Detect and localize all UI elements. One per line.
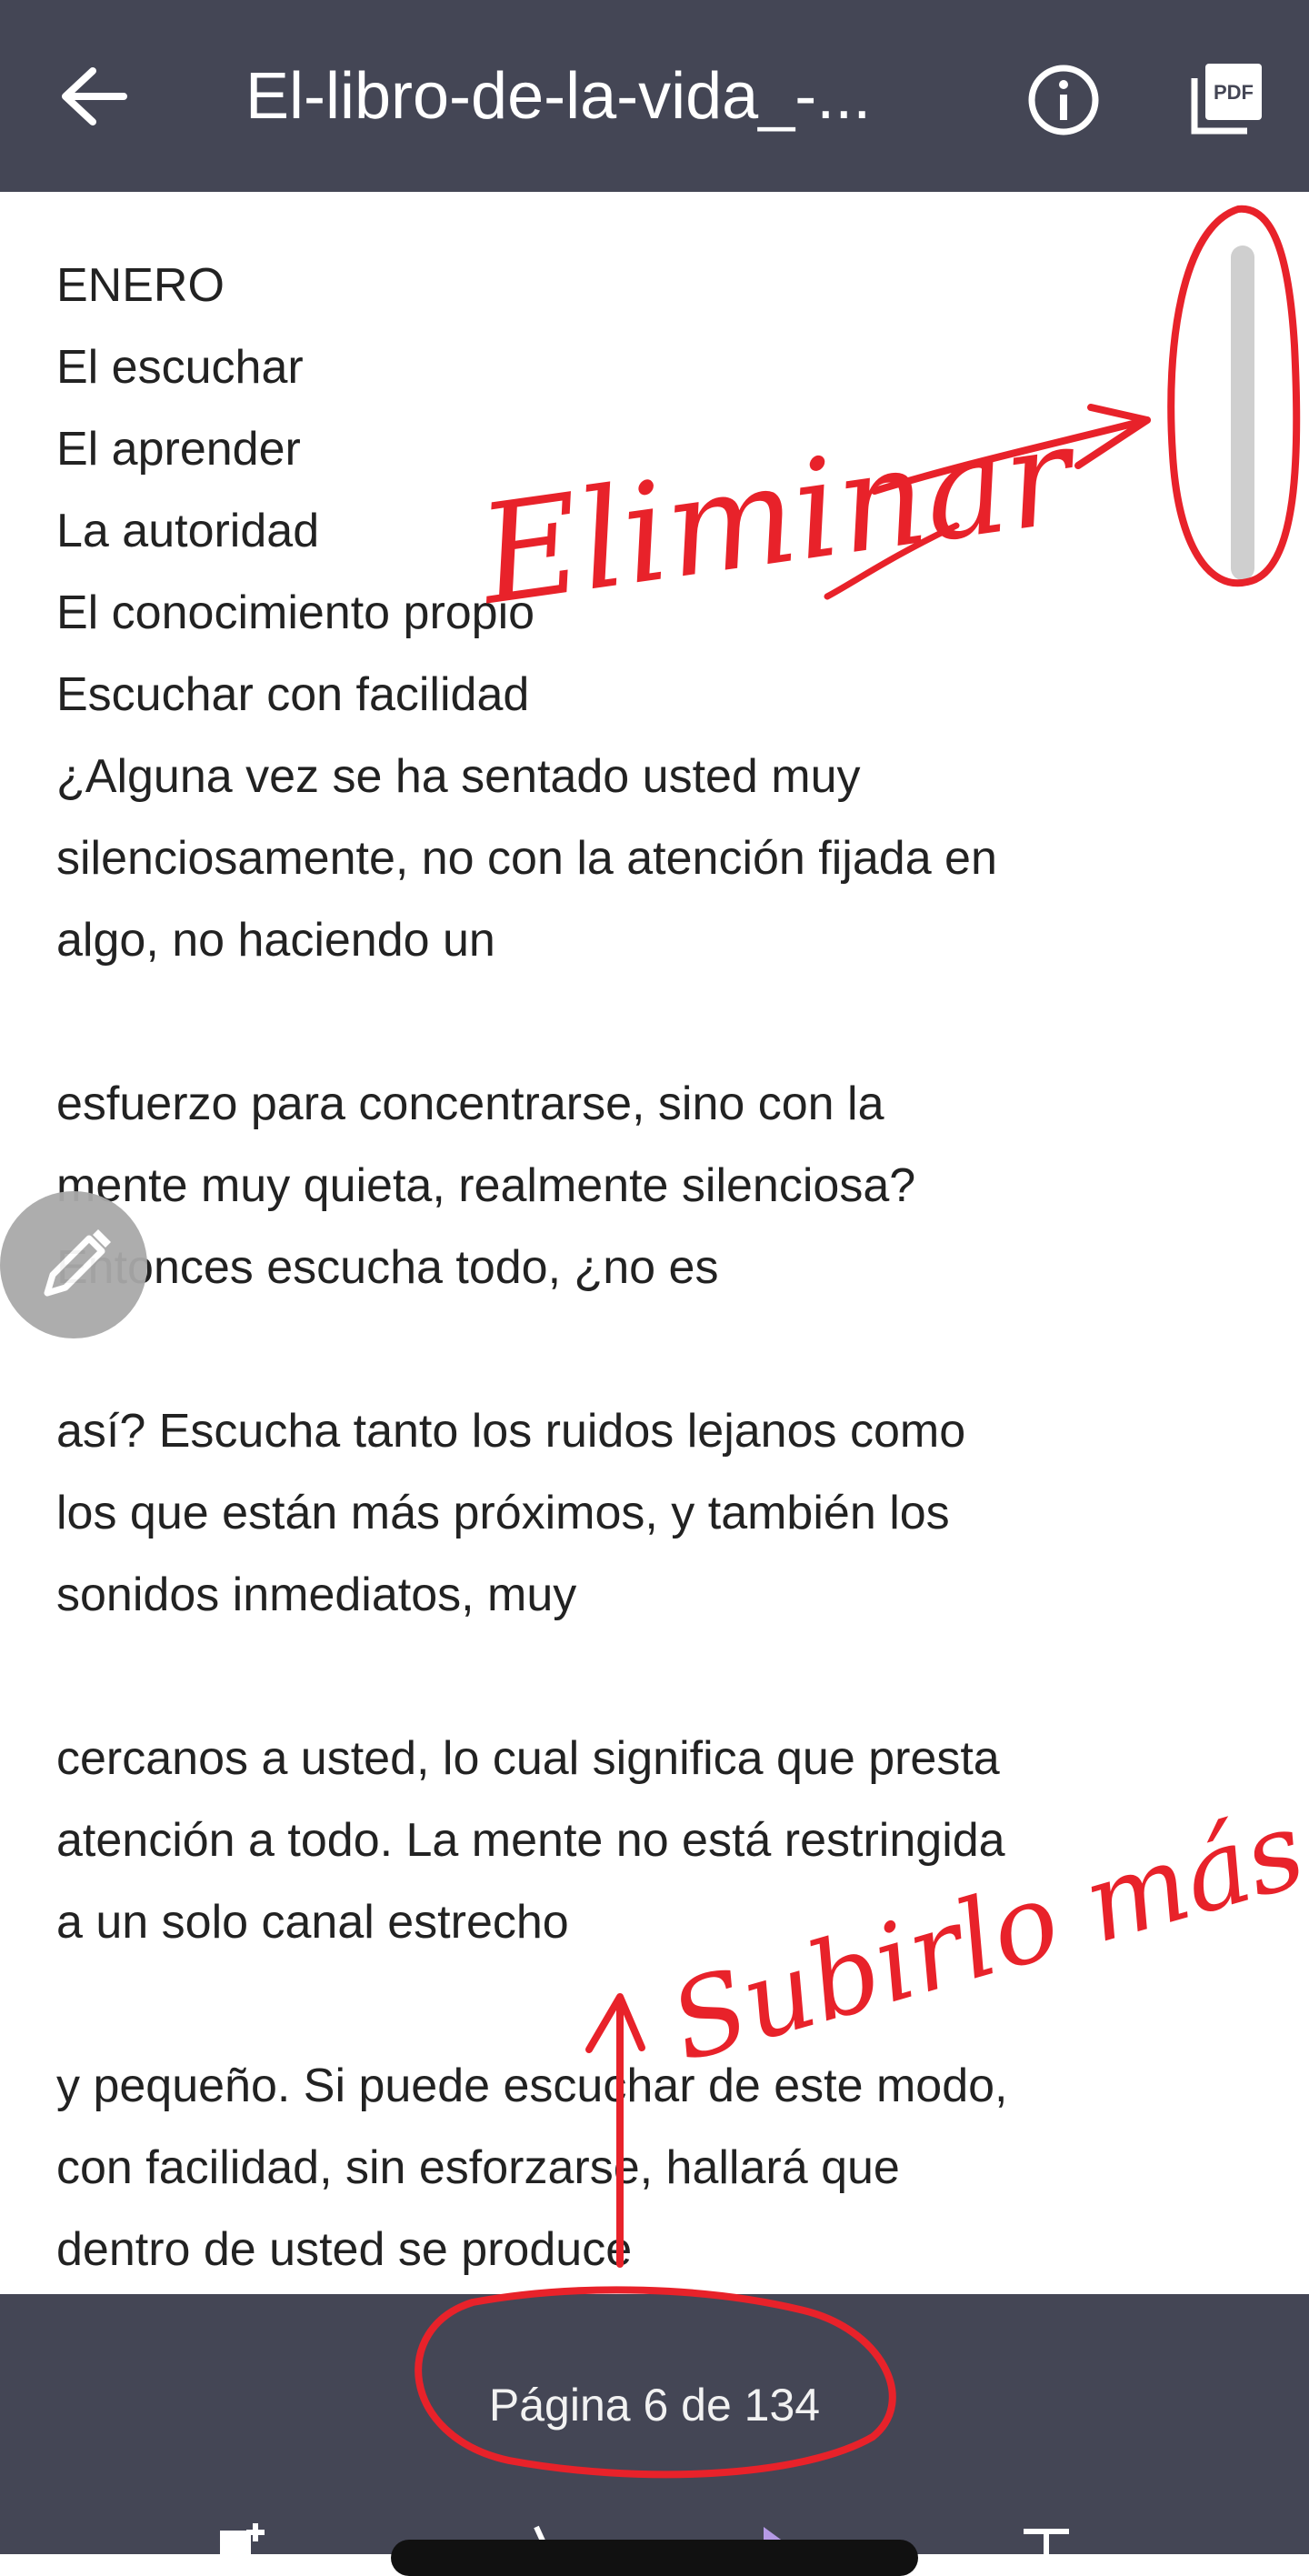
gesture-navigation-bar[interactable] [391, 2540, 918, 2576]
pdf-icon-label: PDF [1214, 81, 1254, 104]
document-line: Entonces escucha todo, ¿no es [56, 1241, 719, 1294]
document-title: El-libro-de-la-vida_-... [245, 60, 872, 133]
pdf-button[interactable]: PDF [1187, 58, 1267, 138]
document-line: El aprender [56, 423, 301, 476]
document-line: a un solo canal estrecho [56, 1896, 569, 1949]
document-line: los que están más próximos, y también lo… [56, 1487, 950, 1539]
document-line: atención a todo. La mente no está restri… [56, 1814, 1005, 1867]
document-line: mente muy quieta, realmente silenciosa? [56, 1159, 916, 1212]
document-line: y pequeño. Si puede escuchar de este mod… [56, 2060, 1008, 2112]
document-line: ENERO [56, 259, 225, 312]
top-app-bar: El-libro-de-la-vida_-... PDF [0, 0, 1309, 192]
bookmark-add-icon[interactable] [211, 2523, 275, 2560]
info-button[interactable] [1025, 62, 1102, 138]
document-viewer[interactable]: ENERO El escuchar El aprender La autorid… [0, 192, 1309, 2294]
document-line: algo, no haciendo un [56, 914, 495, 967]
document-line: cercanos a usted, lo cual significa que … [56, 1732, 1000, 1785]
edit-button[interactable] [0, 1191, 147, 1338]
document-line: así? Escucha tanto los ruidos lejanos co… [56, 1405, 966, 1458]
arrow-left-icon [62, 67, 127, 125]
bottom-bar: Página 6 de 134 [0, 2294, 1309, 2576]
document-line: esfuerzo para concentrarse, sino con la [56, 1078, 884, 1130]
scrollbar-thumb[interactable] [1231, 246, 1254, 580]
text-format-icon[interactable] [1016, 2523, 1080, 2560]
document-line: ¿Alguna vez se ha sentado usted muy [56, 750, 861, 803]
info-icon [1028, 65, 1099, 135]
document-line: con facilidad, sin esforzarse, hallará q… [56, 2141, 900, 2194]
document-line: El conocimiento propio [56, 586, 535, 639]
page-indicator: Página 6 de 134 [488, 2380, 821, 2431]
document-line: sonidos inmediatos, muy [56, 1569, 577, 1621]
document-line: Escuchar con facilidad [56, 668, 530, 721]
pdf-icon: PDF [1191, 64, 1262, 135]
back-button[interactable] [56, 64, 129, 129]
document-line: El escuchar [56, 341, 304, 394]
document-line: silenciosamente, no con la atención fija… [56, 832, 997, 885]
document-line: La autoridad [56, 505, 320, 557]
pencil-icon [44, 1229, 111, 1297]
document-line: dentro de usted se produce [56, 2223, 633, 2276]
